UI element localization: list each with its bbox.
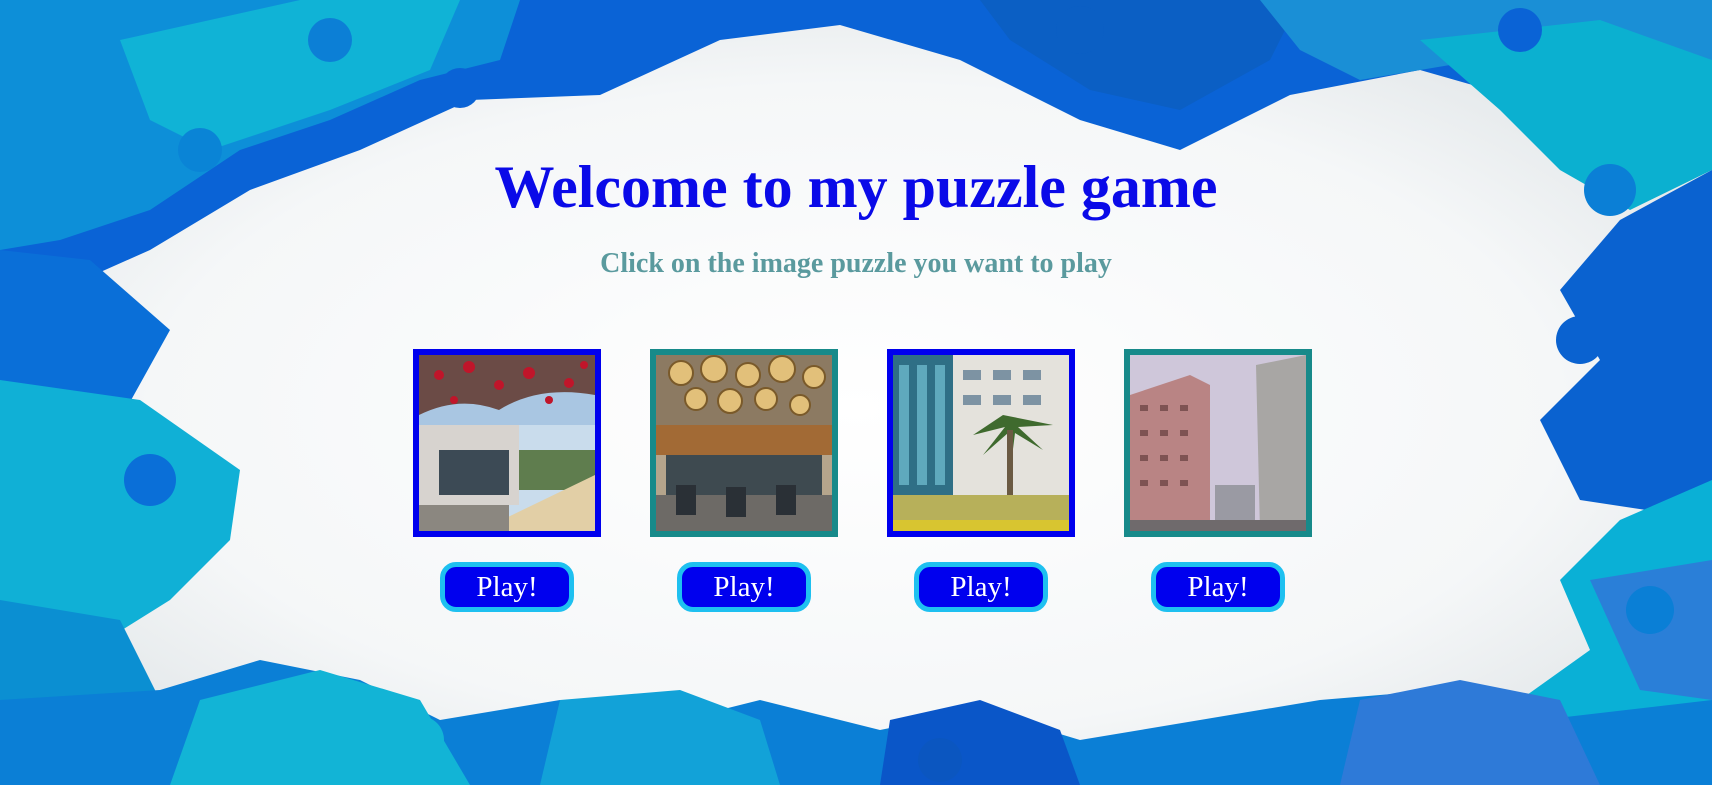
play-button[interactable]: Play! bbox=[440, 562, 574, 612]
puzzle-card: Play! bbox=[1124, 349, 1312, 614]
puzzle-card: Play! bbox=[413, 349, 601, 614]
page-subtitle: Click on the image puzzle you want to pl… bbox=[600, 248, 1112, 279]
play-button[interactable]: Play! bbox=[677, 562, 811, 612]
puzzle-pieces-background bbox=[0, 0, 1712, 785]
puzzle-card: Play! bbox=[650, 349, 838, 614]
glass-building-image bbox=[893, 355, 1069, 531]
puzzle-thumbnail[interactable] bbox=[413, 349, 601, 537]
apartment-buildings-image bbox=[1130, 355, 1306, 531]
puzzle-thumbnail[interactable] bbox=[650, 349, 838, 537]
page-title: Welcome to my puzzle game bbox=[494, 154, 1218, 220]
puzzle-home-page: Welcome to my puzzle game Click on the i… bbox=[0, 0, 1712, 785]
campus-building-image bbox=[419, 355, 595, 531]
play-button[interactable]: Play! bbox=[1151, 562, 1285, 612]
puzzle-card: Play! bbox=[887, 349, 1075, 614]
puzzle-thumbnail[interactable] bbox=[1124, 349, 1312, 537]
play-button[interactable]: Play! bbox=[914, 562, 1048, 612]
puzzle-thumbnail[interactable] bbox=[887, 349, 1075, 537]
cafeteria-image bbox=[656, 355, 832, 531]
